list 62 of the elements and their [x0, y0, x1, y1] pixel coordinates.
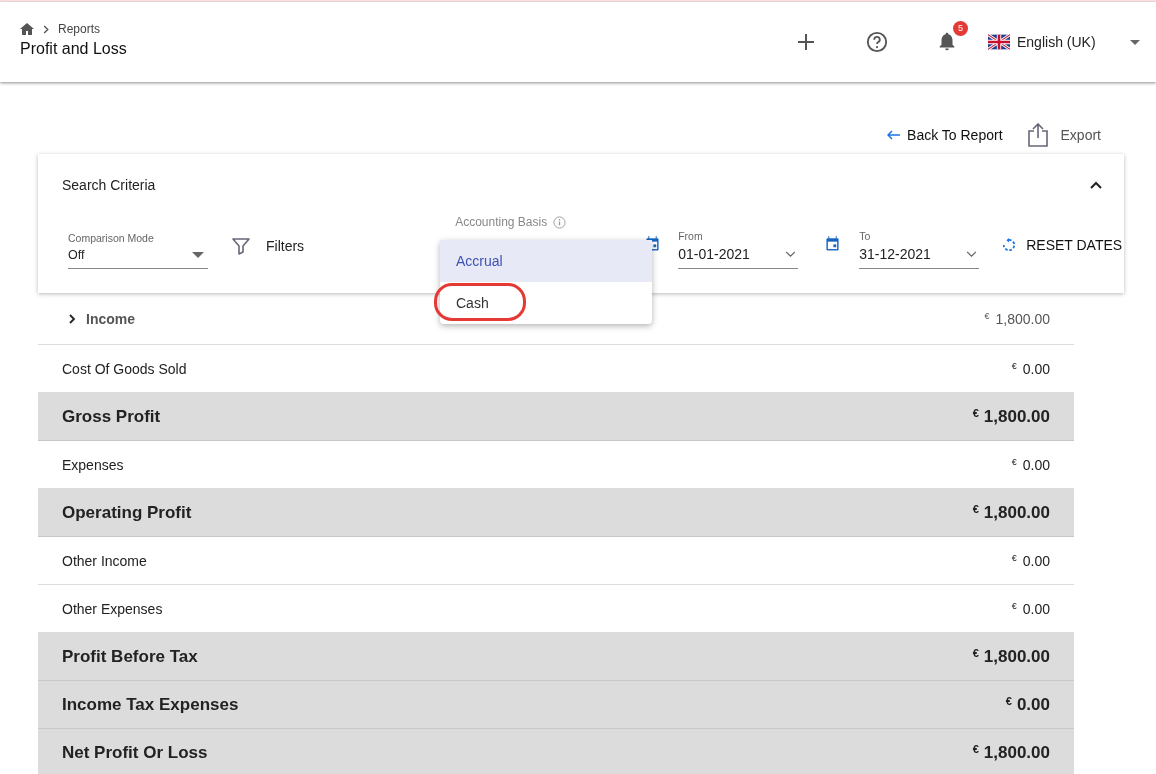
row-label: Expenses — [62, 456, 124, 473]
amount: 1,800.00 — [983, 502, 1050, 523]
row-label: Profit Before Tax — [62, 646, 198, 667]
amount: 1,800.00 — [983, 742, 1050, 763]
help-icon[interactable] — [866, 31, 888, 53]
menu-option[interactable]: Accrual — [440, 240, 652, 282]
row-label: Income — [86, 310, 135, 327]
amount: 0.00 — [1016, 694, 1050, 715]
dropdown-caret-icon — [1130, 39, 1140, 45]
menu-option[interactable]: Cash — [440, 282, 652, 324]
currency-symbol: € — [972, 406, 979, 419]
back-link[interactable]: Back To Report — [887, 127, 1003, 143]
currency-symbol: € — [1011, 456, 1017, 467]
row-label: Operating Profit — [62, 502, 192, 523]
export-button[interactable]: Export — [1026, 123, 1101, 147]
chevron-down-icon — [966, 250, 978, 258]
filters-button[interactable]: Filters — [266, 238, 305, 254]
chevron-icon — [43, 24, 49, 34]
arrow-left-icon — [887, 130, 902, 140]
currency-symbol: € — [972, 502, 979, 515]
amount: 0.00 — [1022, 600, 1050, 617]
filter-icon[interactable] — [232, 237, 250, 255]
currency-symbol: € — [984, 310, 990, 321]
amount: 1,800.00 — [983, 406, 1050, 427]
flag-icon — [988, 33, 1010, 51]
row-label: Gross Profit — [62, 406, 161, 427]
reset-icon — [1002, 238, 1017, 252]
amount: 0.00 — [1022, 552, 1050, 569]
dropdown-caret-icon — [192, 252, 204, 258]
row-label: Other Income — [62, 552, 147, 569]
info-icon — [553, 215, 567, 229]
currency-symbol: € — [1005, 694, 1012, 707]
row-label: Net Profit Or Loss — [62, 742, 208, 763]
collapse-icon[interactable] — [1090, 181, 1102, 189]
page-title: Profit and Loss — [20, 40, 127, 58]
from-date-field[interactable]: From 01-01-2021 — [678, 225, 799, 269]
amount: 0.00 — [1022, 456, 1050, 473]
row-label: Cost Of Goods Sold — [62, 360, 187, 377]
field-label: Accounting Basis — [455, 215, 548, 229]
currency-symbol: € — [972, 742, 979, 755]
row-label: Income Tax Expenses — [62, 694, 239, 715]
currency-symbol: € — [1011, 360, 1017, 371]
breadcrumb-link[interactable]: Reports — [58, 22, 101, 36]
amount: 1,800.00 — [983, 646, 1050, 667]
notification-badge: 5 — [953, 21, 968, 36]
expand-icon[interactable] — [68, 312, 76, 325]
currency-symbol: € — [1011, 552, 1017, 563]
language-selector[interactable]: English (UK) — [988, 33, 1140, 51]
calendar-icon[interactable] — [826, 236, 840, 251]
share-icon — [1026, 123, 1049, 147]
chevron-down-icon — [785, 250, 797, 258]
panel-title: Search Criteria — [62, 177, 156, 193]
amount: 0.00 — [1022, 360, 1050, 377]
comparison-mode-select[interactable]: Comparison Mode Off — [68, 225, 208, 269]
currency-symbol: € — [1011, 600, 1017, 611]
reset-dates-button[interactable]: RESET DATES — [1002, 237, 1123, 253]
row-label: Other Expenses — [62, 600, 163, 617]
home-icon[interactable] — [20, 23, 34, 35]
currency-symbol: € — [972, 646, 979, 659]
amount: 1,800.00 — [995, 310, 1050, 327]
to-date-field[interactable]: To 31-12-2021 — [859, 225, 980, 269]
add-icon[interactable] — [796, 32, 816, 52]
